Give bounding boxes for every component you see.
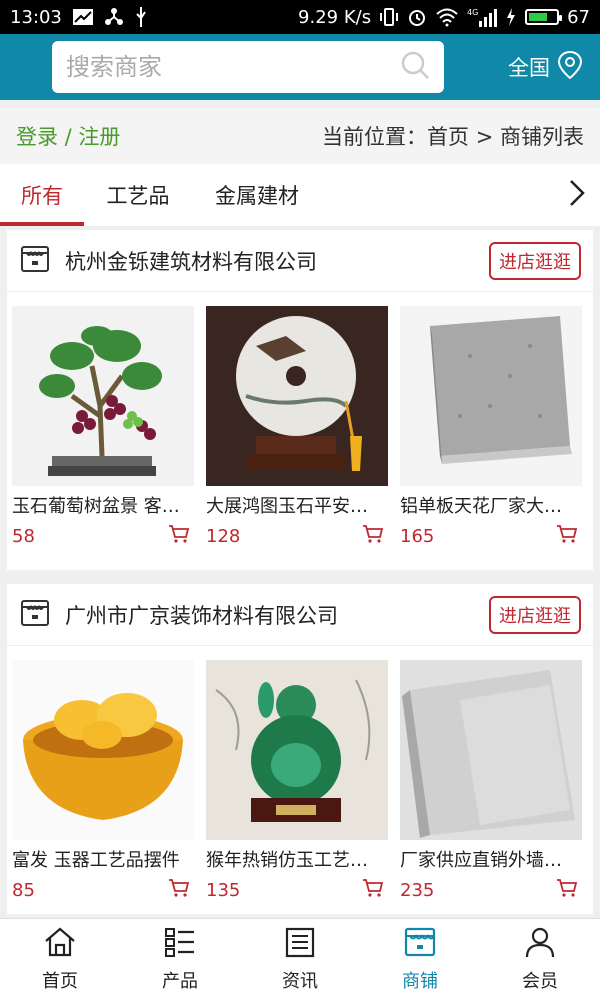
product-name[interactable]: 猴年热销仿玉工艺品摆件 <box>206 846 376 872</box>
nav-label: 产品 <box>162 971 198 992</box>
nav-label: 首页 <box>42 971 78 992</box>
product-name[interactable]: 厂家供应直销外墙铝单板 <box>400 846 570 872</box>
product-name[interactable]: 富发 玉器工艺品摆件 <box>12 846 182 872</box>
search-icon[interactable] <box>400 50 430 84</box>
usb-icon <box>134 6 148 28</box>
nav-member[interactable]: 会员 <box>480 919 600 1000</box>
tab-all[interactable]: 所有 <box>0 164 84 226</box>
nav-label: 资讯 <box>282 971 318 992</box>
store-name[interactable]: 广州市广京装饰材料有限公司 <box>65 600 338 630</box>
bottom-nav: 首页 产品 资讯 商铺 会员 <box>0 918 600 1000</box>
product-list: 富发 玉器工艺品摆件 85 猴年热销仿玉工艺品 135 厂家供应直销外墙铝 23… <box>7 646 593 902</box>
product-card[interactable]: 厂家供应直销外墙铝单板 235 <box>400 660 582 902</box>
product-card[interactable]: 玉石葡萄树盆景 客厅摆件 58 <box>12 306 194 548</box>
cart-icon[interactable] <box>362 878 384 902</box>
grid-list-icon <box>163 926 197 963</box>
product-image-jade-disc-eagle[interactable] <box>206 306 388 486</box>
tab-label: 金属建材 <box>215 184 299 208</box>
product-price: 165 <box>400 525 435 547</box>
search-box[interactable] <box>52 41 444 93</box>
tab-label: 所有 <box>21 184 63 208</box>
product-image-green-buddha[interactable] <box>206 660 388 840</box>
battery-percent: 67 <box>567 6 590 28</box>
news-icon <box>283 926 317 963</box>
product-image-yellow-jade-bowl[interactable] <box>12 660 194 840</box>
region-selector[interactable]: 全国 <box>508 50 584 85</box>
location-pin-icon <box>556 50 584 85</box>
store-header: 杭州金铄建筑材料有限公司 进店逛逛 <box>7 230 593 292</box>
nav-label: 会员 <box>522 971 558 992</box>
signal-icon: 4G <box>467 7 498 27</box>
network-speed: 9.29 K/s <box>298 6 372 28</box>
product-card[interactable]: 猴年热销仿玉工艺品摆件 135 <box>206 660 388 902</box>
breadcrumb-bar: 登录 / 注册 当前位置：首页 > 商铺列表 <box>0 108 600 164</box>
cart-icon[interactable] <box>168 524 190 548</box>
product-card[interactable]: 铝单板天花厂家大量供应 165 <box>400 306 582 548</box>
status-bar: 13:03 9.29 K/s 4G 67 <box>0 0 600 34</box>
enter-store-button[interactable]: 进店逛逛 <box>489 595 581 634</box>
battery-icon <box>525 9 563 25</box>
cart-icon[interactable] <box>168 878 190 902</box>
store-card: 广州市广京装饰材料有限公司 进店逛逛 富发 玉器工艺品摆件 85 猴年热销仿玉工… <box>7 584 593 914</box>
vibrate-icon <box>379 7 399 27</box>
store-card: 杭州金铄建筑材料有限公司 进店逛逛 玉石葡萄树盆景 客厅摆件 58 <box>7 230 593 570</box>
store-icon <box>403 926 437 963</box>
user-icon <box>523 926 557 963</box>
product-price: 58 <box>12 525 35 547</box>
product-list: 玉石葡萄树盆景 客厅摆件 58 <box>7 292 593 548</box>
enter-store-button[interactable]: 进店逛逛 <box>489 241 581 280</box>
region-label: 全国 <box>508 56 550 80</box>
product-name[interactable]: 铝单板天花厂家大量供应 <box>400 492 570 518</box>
alarm-icon <box>407 7 427 27</box>
product-price: 85 <box>12 879 35 901</box>
product-price: 128 <box>206 525 241 547</box>
charging-icon <box>505 7 517 27</box>
product-image-jade-grape-tree[interactable] <box>12 306 194 486</box>
product-name[interactable]: 大展鸿图玉石平安扣摆件 <box>206 492 376 518</box>
nav-news[interactable]: 资讯 <box>240 919 360 1000</box>
status-time: 13:03 <box>10 6 62 28</box>
product-card[interactable]: 大展鸿图玉石平安扣摆件 128 <box>206 306 388 548</box>
nav-stores[interactable]: 商铺 <box>360 919 480 1000</box>
chevron-right-icon <box>567 178 587 212</box>
nav-label: 商铺 <box>402 971 438 992</box>
tabs-more-button[interactable] <box>554 164 600 226</box>
tab-metal-building-materials[interactable]: 金属建材 <box>192 164 322 226</box>
product-card[interactable]: 富发 玉器工艺品摆件 85 <box>12 660 194 902</box>
tab-crafts[interactable]: 工艺品 <box>84 164 192 226</box>
nav-home[interactable]: 首页 <box>0 919 120 1000</box>
product-price: 235 <box>400 879 435 901</box>
home-icon <box>43 926 77 963</box>
breadcrumb: 当前位置：首页 > 商铺列表 <box>322 125 584 149</box>
tab-label: 工艺品 <box>106 184 170 208</box>
nav-products[interactable]: 产品 <box>120 919 240 1000</box>
cart-icon[interactable] <box>556 524 578 548</box>
product-image-granite-aluminum-panel[interactable] <box>400 306 582 486</box>
store-name[interactable]: 杭州金铄建筑材料有限公司 <box>65 246 317 276</box>
svg-text:4G: 4G <box>467 8 478 17</box>
wifi-icon <box>435 7 459 27</box>
header: 全国 <box>0 34 600 100</box>
category-tabs: 所有 工艺品 金属建材 <box>0 164 600 226</box>
share-icon <box>104 7 124 27</box>
message-icon <box>72 8 94 26</box>
store-icon <box>19 243 51 279</box>
search-input[interactable] <box>66 53 400 81</box>
product-name[interactable]: 玉石葡萄树盆景 客厅摆件 <box>12 492 182 518</box>
store-icon <box>19 597 51 633</box>
product-image-white-aluminum-panel[interactable] <box>400 660 582 840</box>
cart-icon[interactable] <box>556 878 578 902</box>
login-register-link[interactable]: 登录 / 注册 <box>16 121 120 151</box>
product-price: 135 <box>206 879 241 901</box>
store-header: 广州市广京装饰材料有限公司 进店逛逛 <box>7 584 593 646</box>
cart-icon[interactable] <box>362 524 384 548</box>
